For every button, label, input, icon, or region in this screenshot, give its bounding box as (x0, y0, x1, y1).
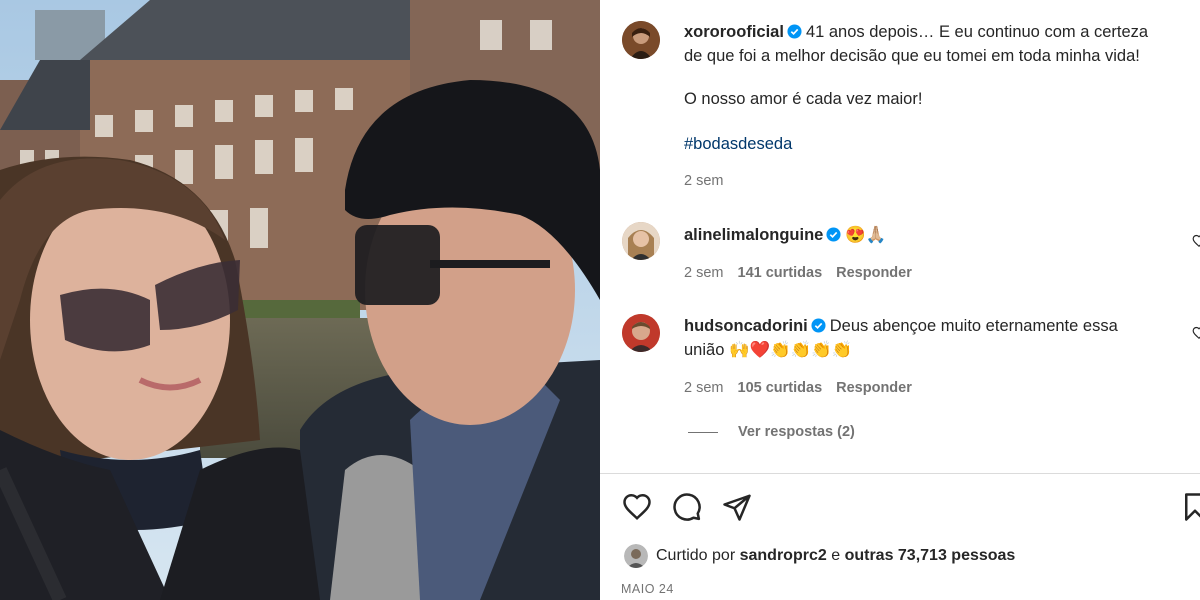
caption-line-3: O nosso amor é cada vez maior! (684, 90, 923, 108)
comment-2-text-line-1: Deus abençoe muito eternamente essa (829, 317, 1118, 335)
bookmark-icon[interactable] (1180, 492, 1200, 522)
verified-icon (787, 24, 802, 39)
comment-1-time[interactable]: 2 sem (684, 265, 724, 281)
comment-2-text-line-2: união 🙌❤️👏👏👏👏 (684, 341, 853, 359)
caption-line-1: 41 anos depois… E eu continuo com a cert… (805, 23, 1149, 41)
share-icon[interactable] (722, 492, 752, 522)
post-caption: xororooficial 41 anos depois… E eu contin… (684, 20, 1190, 68)
likes-summary: Curtido por sandroprc2 e outras 73,713 p… (656, 547, 1015, 565)
comment-icon[interactable] (672, 492, 702, 522)
comment-1-username[interactable]: alinelimalonguine (684, 226, 823, 244)
comment-1-reply-button[interactable]: Responder (836, 265, 912, 281)
comment-2: hudsoncadorini Deus abençoe muito eternam… (684, 314, 1190, 362)
comment-1-meta: 2 sem 141 curtidas Responder (684, 265, 912, 281)
commenter-avatar-image (622, 314, 660, 352)
heart-icon[interactable] (622, 492, 652, 522)
hashtag-link[interactable]: #bodasdeseda (684, 132, 1190, 156)
post-details-panel: xororooficial 41 anos depois… E eu contin… (600, 0, 1200, 600)
verified-icon (826, 227, 841, 242)
divider (600, 473, 1200, 474)
view-replies-button[interactable]: Ver respostas (2) (688, 424, 855, 440)
post-photo[interactable] (0, 0, 600, 600)
comment-2-meta: 2 sem 105 curtidas Responder (684, 380, 912, 396)
liked-by-prefix: Curtido por (656, 547, 736, 564)
couple-photo-illustration (0, 0, 600, 600)
commenter-avatar[interactable] (622, 222, 660, 260)
verified-icon (811, 318, 826, 333)
post-date[interactable]: MAIO 24 (621, 582, 674, 596)
liker-avatar-image (624, 544, 648, 568)
view-replies-line (688, 431, 718, 433)
comment-2-time[interactable]: 2 sem (684, 380, 724, 396)
caption-line-2: de que foi a melhor decisão que eu tomei… (684, 47, 1140, 65)
author-username[interactable]: xororooficial (684, 23, 784, 41)
comment-1-likes[interactable]: 141 curtidas (738, 265, 823, 281)
liked-by-and: e (831, 547, 841, 564)
author-avatar-image (622, 21, 660, 59)
comment-2-like-heart-icon[interactable] (1192, 326, 1200, 340)
view-replies-label: Ver respostas (2) (738, 424, 855, 440)
comment-2-likes[interactable]: 105 curtidas (738, 380, 823, 396)
post-time[interactable]: 2 sem (684, 173, 724, 189)
liked-by-user[interactable]: sandroprc2 (740, 547, 827, 564)
commenter-avatar[interactable] (622, 314, 660, 352)
author-avatar[interactable] (622, 21, 660, 59)
comment-1-text: 😍🙏🏼 (845, 226, 887, 244)
comment-2-username[interactable]: hudsoncadorini (684, 317, 808, 335)
comment-2-reply-button[interactable]: Responder (836, 380, 912, 396)
liked-by-others[interactable]: outras 73,713 pessoas (845, 547, 1016, 564)
comment-1: alinelimalonguine 😍🙏🏼 (684, 223, 1190, 247)
liker-avatar[interactable] (624, 544, 648, 568)
commenter-avatar-image (622, 222, 660, 260)
comment-1-like-heart-icon[interactable] (1192, 234, 1200, 248)
